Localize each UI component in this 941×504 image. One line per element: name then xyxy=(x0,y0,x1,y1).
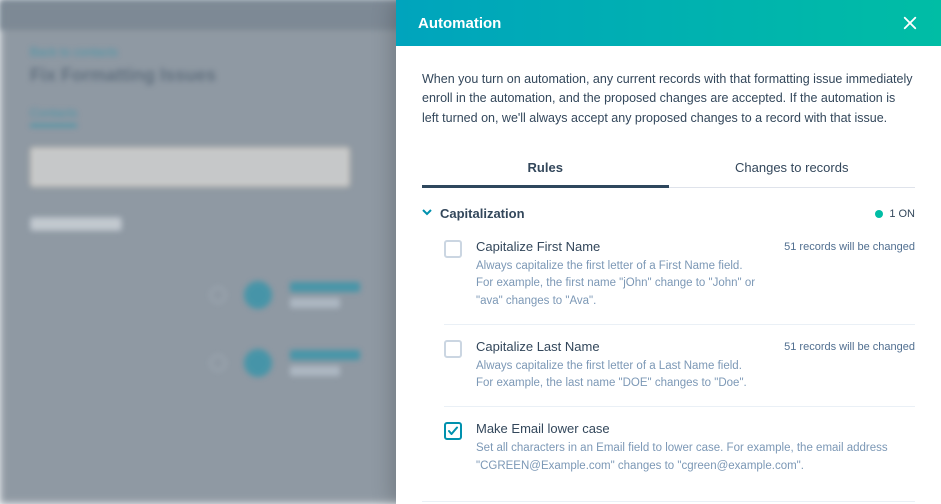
rule-desc: Always capitalize the first letter of a … xyxy=(476,258,760,310)
checkbox-capitalize-last-name[interactable] xyxy=(444,340,462,358)
chevron-down-icon xyxy=(422,207,432,220)
section-title: Capitalization xyxy=(440,206,525,221)
rule-capitalize-first-name: Capitalize First Name Always capitalize … xyxy=(444,225,915,325)
intro-text: When you turn on automation, any current… xyxy=(422,70,915,128)
rule-email-lowercase: Make Email lower case Set all characters… xyxy=(444,407,915,489)
background-page: Back to contacts Fix Formatting Issues C… xyxy=(30,45,360,377)
automation-panel: Automation When you turn on automation, … xyxy=(396,0,941,504)
rule-meta: 51 records will be changed xyxy=(784,341,915,353)
status-dot-on xyxy=(875,210,883,218)
tab-rules[interactable]: Rules xyxy=(422,150,669,187)
rule-meta: 51 records will be changed xyxy=(784,241,915,253)
rule-capitalize-last-name: Capitalize Last Name Always capitalize t… xyxy=(444,325,915,408)
close-icon[interactable] xyxy=(901,14,919,32)
section-header-capitalization[interactable]: Capitalization 1 ON xyxy=(422,206,915,221)
tab-bar: Rules Changes to records xyxy=(422,150,915,188)
rule-title: Capitalize Last Name xyxy=(476,339,760,354)
section-capitalization: Capitalization 1 ON Capitalize First Nam… xyxy=(422,188,915,497)
rule-title: Make Email lower case xyxy=(476,421,915,436)
panel-header: Automation xyxy=(396,0,941,46)
page-title: Fix Formatting Issues xyxy=(30,65,360,86)
panel-title: Automation xyxy=(418,15,501,32)
checkbox-email-lowercase[interactable] xyxy=(444,422,462,440)
checkbox-capitalize-first-name[interactable] xyxy=(444,240,462,258)
filter-tab: Contacts xyxy=(30,106,77,127)
back-link: Back to contacts xyxy=(30,45,360,59)
status-badge-on: 1 ON xyxy=(875,208,915,220)
rule-desc: Set all characters in an Email field to … xyxy=(476,440,915,475)
panel-body: When you turn on automation, any current… xyxy=(396,46,941,504)
rules-list: Capitalize First Name Always capitalize … xyxy=(422,221,915,489)
rule-title: Capitalize First Name xyxy=(476,239,760,254)
tab-changes[interactable]: Changes to records xyxy=(669,150,916,187)
rule-desc: Always capitalize the first letter of a … xyxy=(476,358,760,393)
